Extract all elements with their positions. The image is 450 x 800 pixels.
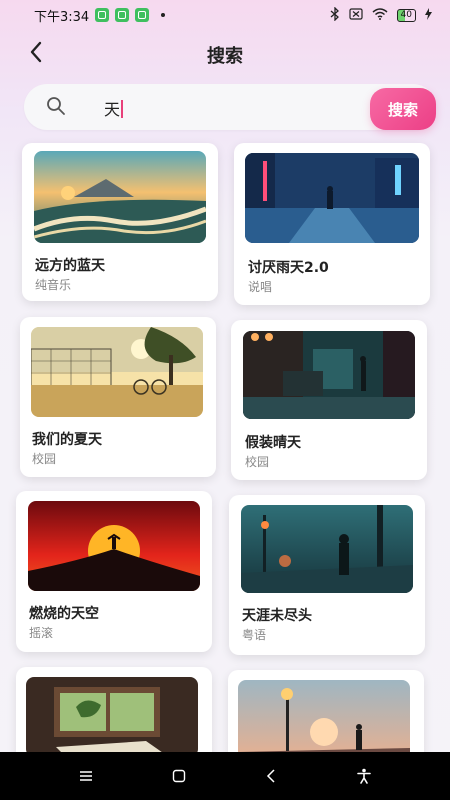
cover-image [245,153,419,243]
result-category: 校园 [32,452,57,466]
result-category: 说唱 [248,280,273,294]
cover-image [241,505,413,593]
result-title: 我们的夏天 [32,432,102,448]
battery-icon: 40 [396,8,416,22]
notification-app-icon [135,8,150,22]
result-category: 校园 [245,455,270,469]
result-card[interactable]: 我们的夏天 校园 [20,317,216,477]
result-category: 纯音乐 [35,278,72,292]
result-card[interactable]: 天涯未尽头 粤语 [229,495,425,655]
result-title: 假装晴天 [245,435,301,451]
accessibility-icon [356,768,371,784]
cover-image [238,680,410,760]
result-title: 天涯未尽头 [242,608,312,624]
cover-image [26,677,198,757]
search-icon [47,97,65,115]
search-button[interactable]: 搜索 [370,88,436,130]
search-input-value: 天 [104,100,121,119]
bluetooth-icon [330,5,340,24]
back-triangle-icon [267,769,275,783]
result-card[interactable]: 远方的蓝天 纯音乐 [22,143,218,301]
page-title: 搜索 [207,46,243,67]
notification-app-icon [115,8,130,22]
result-title: 燃烧的天空 [29,606,99,622]
cover-image [28,501,200,591]
wifi-icon [372,7,388,23]
cover-image [243,331,415,419]
menu-icon [80,771,93,781]
result-category: 粤语 [242,628,267,642]
more-notifications-icon [161,13,166,17]
home-button[interactable] [159,756,199,796]
result-title: 远方的蓝天 [35,258,105,274]
result-card[interactable]: 燃烧的天空 摇滚 [16,491,212,652]
result-title: 讨厌雨天2.0 [248,260,329,276]
recent-apps-button[interactable] [66,756,106,796]
search-input[interactable]: 天 [104,96,124,120]
result-category: 摇滚 [29,626,54,640]
result-card[interactable]: 假装晴天 校园 [231,320,427,480]
system-back-button[interactable] [251,756,291,796]
status-time: 下午3:34 [34,9,90,25]
result-card[interactable]: 讨厌雨天2.0 说唱 [234,143,430,305]
accessibility-button[interactable] [344,756,384,796]
status-bar: 下午3:34 40 [0,0,450,30]
status-left: 下午3:34 [34,6,166,25]
status-right: 40 [330,5,432,24]
cover-image [31,327,203,417]
sim-disabled-icon [348,7,363,23]
header: 搜索 [0,36,450,72]
charging-icon [425,7,432,23]
cover-image [34,151,206,243]
text-caret [121,100,124,118]
notification-app-icon [95,8,110,22]
system-nav-bar [0,752,450,800]
home-square-icon [172,769,185,783]
